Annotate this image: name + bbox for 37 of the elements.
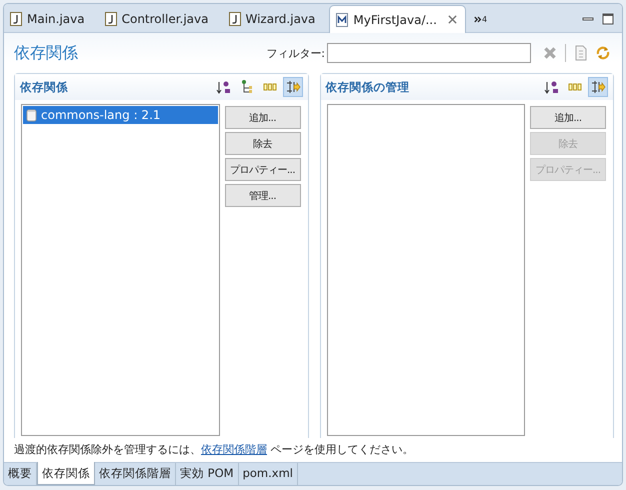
close-icon[interactable] <box>448 15 457 24</box>
sort-icon <box>544 79 560 95</box>
page-tab[interactable]: 実効 POM <box>176 463 239 485</box>
java-file-icon <box>104 12 117 26</box>
page-tab[interactable]: pom.xml <box>238 463 298 485</box>
list-item[interactable]: commons-lang : 2.1 <box>23 106 218 124</box>
more-tabs-button[interactable]: 4 <box>466 6 496 32</box>
action-button[interactable]: 除去 <box>224 132 300 155</box>
filter-tool-button[interactable] <box>282 77 302 97</box>
hierarchy-link[interactable]: 依存関係階層 <box>201 443 267 456</box>
action-button[interactable]: 追加... <box>530 106 606 129</box>
action-button[interactable]: 追加... <box>224 106 300 129</box>
note-text: 過渡的依存関係除外を管理するには、依存関係階層 ページを使用してください。 <box>14 442 414 458</box>
editor-tab[interactable]: MyFirstJava/... <box>329 5 466 33</box>
editor-tab[interactable]: Controller.java <box>98 6 222 32</box>
editor-tab[interactable]: Wizard.java <box>222 6 330 32</box>
chevron-icon <box>474 16 482 22</box>
maven-file-icon <box>336 12 348 26</box>
filter-icon <box>590 79 606 95</box>
maximize-icon[interactable] <box>602 13 614 25</box>
filter-label: フィルター: <box>266 46 325 60</box>
java-file-icon <box>10 12 22 26</box>
page-title: 依存関係 <box>14 42 78 64</box>
page-tab[interactable]: 依存関係 <box>37 462 95 485</box>
filter-icon <box>284 79 300 95</box>
action-button[interactable]: プロパティー... <box>224 158 300 181</box>
refresh-icon[interactable] <box>595 45 611 61</box>
action-button[interactable]: 管理... <box>224 184 300 207</box>
filter-field[interactable] <box>327 43 531 63</box>
page-tab[interactable]: 依存関係階層 <box>95 463 176 485</box>
filter-tool-button[interactable] <box>588 77 608 97</box>
section-title: 依存関係 <box>20 80 68 94</box>
sort-icon <box>216 79 232 95</box>
section-title: 依存関係の管理 <box>326 80 410 94</box>
editor-tab[interactable]: Main.java <box>4 6 99 32</box>
java-file-icon <box>228 12 240 26</box>
jar-icon <box>26 108 37 122</box>
